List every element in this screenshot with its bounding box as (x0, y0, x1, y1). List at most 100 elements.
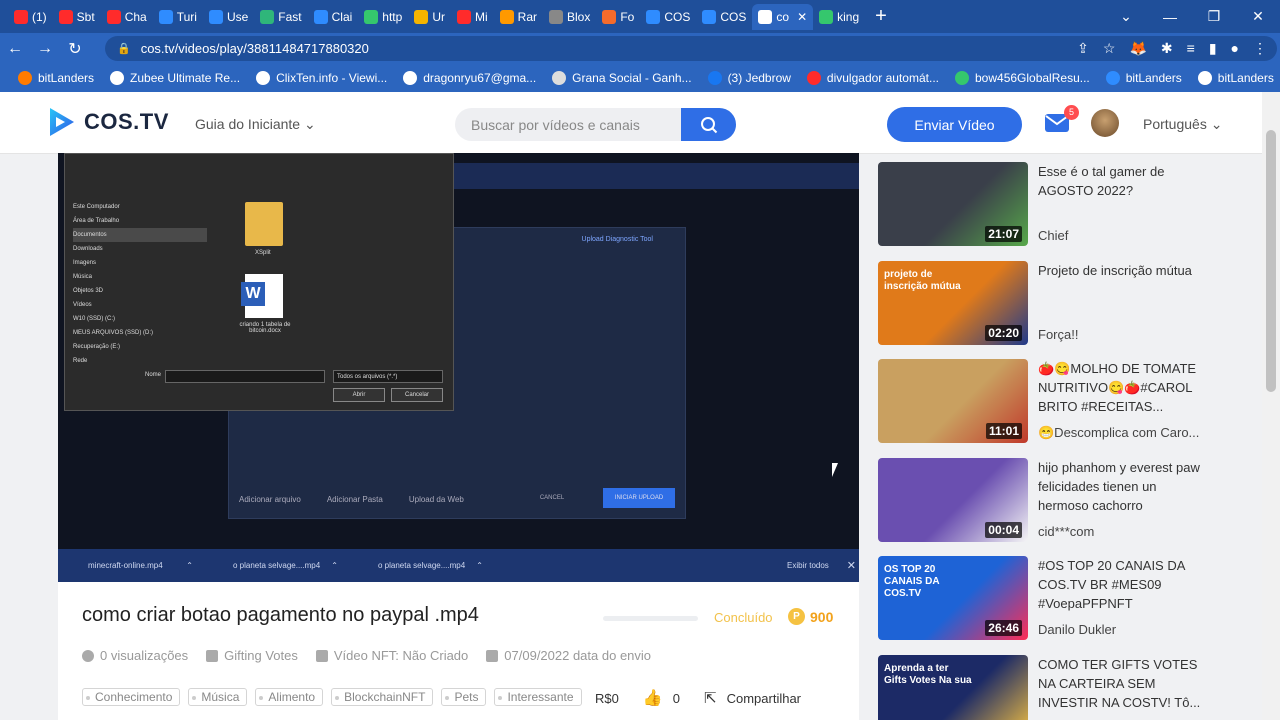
user-avatar[interactable] (1091, 109, 1119, 137)
beginners-guide-menu[interactable]: Guia do Iniciante ⌄ (195, 116, 316, 133)
mail-icon[interactable]: 5 (1045, 105, 1079, 132)
browser-tab[interactable]: COS (640, 4, 696, 30)
gifting-meta[interactable]: Gifting Votes (206, 648, 298, 663)
video-thumbnail[interactable]: Aprenda a ter Gifts Votes Na sua (878, 654, 1028, 720)
tab-label: co (776, 9, 790, 24)
tag-chip[interactable]: Conhecimento (82, 688, 181, 706)
restore-button[interactable]: ❐ (1192, 8, 1236, 25)
reload-icon[interactable]: ↻ (60, 39, 90, 59)
bookmark-item[interactable]: Grana Social - Ganh... (544, 71, 699, 85)
browser-tab[interactable]: Use (203, 4, 254, 30)
bookmark-item[interactable]: dragonryu67@gma... (395, 71, 544, 85)
bookmark-favicon-icon (1197, 71, 1212, 85)
recommended-video-title[interactable]: Projeto de inscrição mútua (1038, 261, 1210, 280)
bookmark-item[interactable]: Zubee Ultimate Re... (102, 71, 248, 85)
recommended-video-item[interactable]: 00:04 hijo phanhom y everest paw felicida… (878, 457, 1218, 557)
bookmark-item[interactable]: bitLanders (10, 71, 102, 85)
video-player[interactable]: Upload Diagnostic Tool Adicionar arquivo… (58, 153, 859, 582)
bookmark-item[interactable]: bitLanders (1098, 71, 1190, 85)
recommended-video-item[interactable]: projeto de inscrição mútua 02:20 Projeto d… (878, 260, 1218, 360)
video-thumbnail[interactable]: 11:01 (878, 359, 1028, 443)
bookmark-item[interactable]: divulgador automát... (799, 71, 947, 85)
browser-tab[interactable]: Clai (308, 4, 359, 30)
video-thumbnail[interactable]: 00:04 (878, 457, 1028, 542)
recommended-video-title[interactable]: 🍅😋MOLHO DE TOMATE NUTRITIVO😋🍅#CAROL BRIT… (1038, 359, 1210, 416)
upload-video-button[interactable]: Enviar Vídeo (887, 107, 1022, 142)
browser-tab[interactable]: Fast (254, 4, 307, 30)
tag-chip[interactable]: Alimento (255, 688, 324, 706)
browser-tab[interactable]: Ur (408, 4, 451, 30)
tag-chip[interactable]: Pets (441, 688, 487, 706)
sidebar-icon[interactable]: ▮ (1209, 40, 1217, 57)
recommended-video-title[interactable]: COMO TER GIFTS VOTES NA CARTEIRA SEM INV… (1038, 655, 1210, 712)
lock-icon[interactable]: 🔒 (117, 42, 131, 55)
bookmark-item[interactable]: bitLanders (1190, 71, 1280, 85)
bookmark-item[interactable]: ClixTen.info - Viewi... (248, 71, 395, 85)
browser-tab[interactable]: http (358, 4, 408, 30)
page-scrollbar[interactable] (1262, 92, 1280, 720)
cos-logo[interactable]: COS.TV (48, 106, 169, 138)
tab-close-icon[interactable]: ✕ (797, 10, 807, 24)
browser-tab[interactable]: (1) (8, 4, 53, 30)
address-bar[interactable]: 🔒 cos.tv/videos/play/38811484717880320 ⇪… (105, 36, 1277, 61)
browser-tab[interactable]: king (813, 4, 865, 30)
recommended-video-title[interactable]: Esse é o tal gamer de AGOSTO 2022? (1038, 162, 1210, 200)
thumbs-up-icon: 👍 (642, 690, 663, 707)
video-duration: 11:01 (985, 423, 1022, 439)
share-button[interactable]: ⇱ Compartilhar (704, 689, 801, 707)
url-text[interactable]: cos.tv/videos/play/38811484717880320 (141, 41, 369, 56)
status-text: Concluído (714, 610, 773, 625)
video-thumbnail[interactable]: projeto de inscrição mútua 02:20 (878, 260, 1028, 345)
recommended-video-title[interactable]: hijo phanhom y everest paw felicidades t… (1038, 458, 1210, 515)
language-selector[interactable]: Português ⌄ (1143, 116, 1222, 133)
tag-chip[interactable]: Música (188, 688, 248, 706)
browser-tab[interactable]: Cha (101, 4, 153, 30)
new-tab-button[interactable]: + (875, 5, 887, 28)
recommended-video-title[interactable]: #OS TOP 20 CANAIS DA COS.TV BR #MES09 #V… (1038, 556, 1210, 613)
recommended-video-channel[interactable]: 😁Descomplica com Caro... (1038, 425, 1210, 441)
media-control-icon[interactable]: ≡ (1187, 40, 1195, 57)
recommended-video-item[interactable]: OS TOP 20 CANAIS DA COS.TV 26:46 #OS TOP 2… (878, 556, 1218, 655)
browser-tab[interactable]: Rar (494, 4, 543, 30)
search-button[interactable] (681, 108, 736, 141)
search-box[interactable]: Buscar por vídeos e canais (455, 108, 736, 141)
profile-icon[interactable]: ● (1231, 40, 1239, 57)
recommended-video-item[interactable]: 11:01 🍅😋MOLHO DE TOMATE NUTRITIVO😋🍅#CAROL… (878, 359, 1218, 458)
recommended-video-channel[interactable]: Força!! (1038, 327, 1210, 342)
recommended-video-item[interactable]: 21:07 Esse é o tal gamer de AGOSTO 2022? C… (878, 162, 1218, 261)
video-thumbnail[interactable]: OS TOP 20 CANAIS DA COS.TV 26:46 (878, 556, 1028, 640)
search-input[interactable]: Buscar por vídeos e canais (471, 117, 640, 133)
star-icon[interactable]: ☆ (1103, 40, 1116, 57)
file-name-label: Nome (145, 372, 162, 378)
tag-chip[interactable]: BlockchainNFT (331, 688, 434, 706)
browser-tab[interactable]: Turi (153, 4, 203, 30)
back-icon[interactable]: ← (0, 40, 30, 58)
menu-icon[interactable]: ⋮ (1253, 40, 1267, 57)
file-dialog-sidebar-item: Este Computador (73, 204, 120, 210)
recommended-video-channel[interactable]: Chief (1038, 228, 1210, 243)
browser-tab[interactable]: Fo (596, 4, 640, 30)
metamask-icon[interactable]: 🦊 (1129, 40, 1146, 57)
video-file-dialog: Este Computador Área de Trabalho Documento… (64, 153, 454, 411)
browser-tab[interactable]: Mi (451, 4, 494, 30)
recommended-video-channel[interactable]: cid***com (1038, 524, 1210, 539)
minimize-button[interactable]: — (1148, 9, 1192, 25)
scrollbar-thumb[interactable] (1266, 130, 1276, 392)
video-thumbnail[interactable]: 21:07 (878, 162, 1028, 246)
browser-tab[interactable]: Blox (543, 4, 596, 30)
browser-tab[interactable]: COS (696, 4, 752, 30)
tag-chip[interactable]: Interessante (494, 688, 582, 706)
bookmark-item[interactable]: bow456GlobalResu... (947, 71, 1098, 85)
forward-icon[interactable]: → (30, 40, 60, 58)
bookmark-item[interactable]: (3) Jedbrow (700, 71, 799, 85)
share-icon[interactable]: ⇪ (1077, 40, 1089, 57)
extensions-icon[interactable]: ✱ (1161, 40, 1173, 57)
like-button[interactable]: 👍 0 (643, 688, 680, 708)
browser-tab[interactable]: Sbt (53, 4, 101, 30)
recommended-video-item[interactable]: Aprenda a ter Gifts Votes Na sua COMO TER… (878, 654, 1218, 720)
browser-tab[interactable]: co ✕ (752, 3, 814, 30)
recommended-video-channel[interactable]: Danilo Dukler (1038, 622, 1210, 637)
close-window-button[interactable]: ✕ (1236, 8, 1280, 25)
tab-search-icon[interactable]: ⌄ (1104, 8, 1148, 25)
bookmarks-bar: bitLanders Zubee Ultimate Re... ClixTen.in… (0, 64, 1280, 92)
